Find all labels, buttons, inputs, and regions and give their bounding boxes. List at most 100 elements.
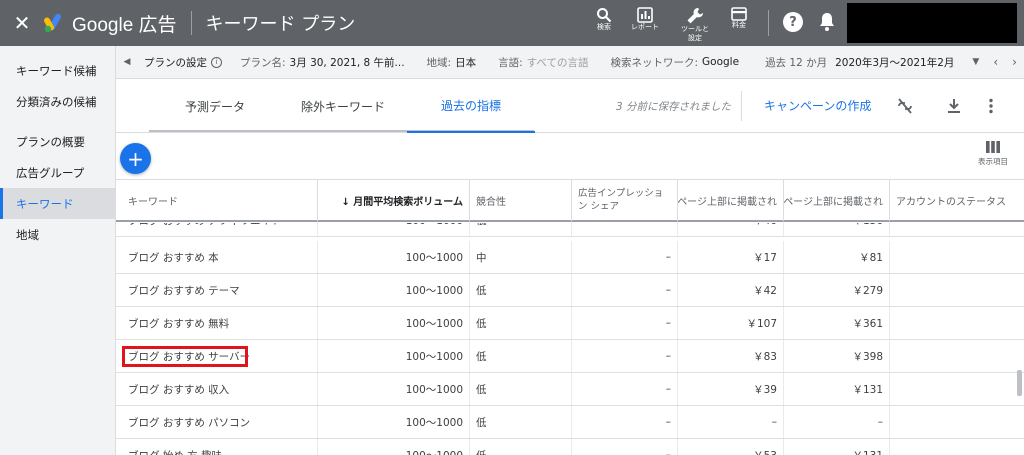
create-campaign-button[interactable]: キャンペーンの作成 <box>764 97 871 114</box>
sidebar-item-ad-groups[interactable]: 広告グループ <box>0 157 115 188</box>
bid-low-cell: ￥42 <box>678 274 784 306</box>
vertical-scrollbar[interactable] <box>1017 370 1022 396</box>
keyword-cell[interactable]: ブログ おすすめ テーマ <box>116 274 318 306</box>
volume-cell: 100～1000 <box>318 307 470 339</box>
period-dropdown-icon[interactable]: ▼ <box>972 57 979 67</box>
header-divider <box>190 11 192 35</box>
account-redacted[interactable] <box>847 3 1017 43</box>
header-keyword[interactable]: キーワード <box>116 180 318 221</box>
bid-high-cell: ￥279 <box>784 274 890 306</box>
header-impression-share[interactable]: 広告インプレッション シェア <box>572 180 678 221</box>
share-cell: – <box>572 373 678 405</box>
network-value[interactable]: Google <box>702 56 739 68</box>
share-cell: – <box>572 223 678 236</box>
chevron-right-icon[interactable]: › <box>1012 55 1017 69</box>
header-monthly-volume[interactable]: ↓ 月間平均検索ボリューム <box>318 180 470 221</box>
period-value[interactable]: 2020年3月～2021年2月 <box>835 55 954 70</box>
table-row[interactable]: ブログ おすすめ パソコン 100～1000 低 – – – <box>116 406 1024 439</box>
bid-high-cell: ￥131 <box>784 439 890 455</box>
tab-forecast[interactable]: 予測データ <box>151 79 279 133</box>
close-icon[interactable]: ✕ <box>0 0 44 46</box>
billing-tool[interactable]: 料金 <box>723 0 755 30</box>
download-icon[interactable] <box>947 98 961 114</box>
info-icon[interactable]: i <box>211 56 222 68</box>
bid-low-cell: ￥39 <box>678 373 784 405</box>
competition-cell: 低 <box>470 223 572 236</box>
sidebar-item-locations[interactable]: 地域 <box>0 219 115 250</box>
volume-cell: 100～1000 <box>318 223 470 236</box>
plan-settings-bar: ◀ プランの設定 i プラン名: 3月 30, 2021, 8 午前... 地域… <box>116 46 1024 79</box>
add-keyword-button[interactable]: + <box>120 143 151 174</box>
collapse-left-icon[interactable]: ◀ <box>116 57 138 67</box>
table-row[interactable]: ブログ 始め 方 趣味 100～1000 低 – ￥53 ￥131 <box>116 439 1024 455</box>
tab-historical-metrics[interactable]: 過去の指標 <box>407 79 535 133</box>
columns-button[interactable]: 表示項目 <box>978 141 1008 167</box>
header-account-status[interactable]: アカウントのステータス <box>890 180 1024 221</box>
language-value[interactable]: すべての言語 <box>527 55 589 70</box>
volume-cell: 100～1000 <box>318 241 470 273</box>
report-tool[interactable]: レポート <box>623 0 667 32</box>
help-icon[interactable]: ? <box>783 12 803 32</box>
sidebar-item-keyword-ideas[interactable]: キーワード候補 <box>0 55 115 86</box>
competition-cell: 低 <box>470 307 572 339</box>
billing-tool-label: 料金 <box>732 21 746 29</box>
volume-cell: 100～1000 <box>318 406 470 438</box>
tab-negative-keywords[interactable]: 除外キーワード <box>279 79 407 133</box>
header-top-bid-high[interactable]: ページ上部に掲載され <box>784 180 890 221</box>
keyword-cell[interactable]: ブログ おすすめ 本 <box>116 241 318 273</box>
sidebar-item-plan-overview[interactable]: プランの概要 <box>0 126 115 157</box>
keyword-cell[interactable]: ブログ おすすめ 無料 <box>116 307 318 339</box>
keyword-cell[interactable]: ブログ おすすめ アフィリエイト <box>116 223 318 236</box>
plan-name-value[interactable]: 3月 30, 2021, 8 午前... <box>290 55 405 70</box>
region-label: 地域: <box>426 56 452 69</box>
bid-low-cell: ￥17 <box>678 241 784 273</box>
header-tools: 検索 レポート ツールと 設定 料金 <box>585 0 755 46</box>
google-ads-logo-icon <box>44 13 61 33</box>
sidebar-item-grouped-ideas[interactable]: 分類済みの候補 <box>0 86 115 117</box>
table-row[interactable]: ブログ おすすめ サーバー 100～1000 低 – ￥83 ￥398 <box>116 340 1024 373</box>
tools-settings[interactable]: ツールと 設定 <box>667 0 723 43</box>
keyword-cell[interactable]: ブログ 始め 方 趣味 <box>116 439 318 455</box>
status-cell <box>890 439 1024 455</box>
link-off-icon[interactable] <box>896 98 914 114</box>
language-label: 言語: <box>498 56 523 69</box>
table-row[interactable]: ブログ おすすめ 無料 100～1000 低 – ￥107 ￥361 <box>116 307 1024 340</box>
table-row[interactable]: ブログ おすすめ 本 100～1000 中 – ￥17 ￥81 <box>116 241 1024 274</box>
plan-settings-label[interactable]: プランの設定 <box>144 55 207 70</box>
competition-cell: 中 <box>470 241 572 273</box>
header-competition[interactable]: 競合性 <box>470 180 572 221</box>
table-row[interactable]: ブログ おすすめ テーマ 100～1000 低 – ￥42 ￥279 <box>116 274 1024 307</box>
keyword-cell[interactable]: ブログ おすすめ 収入 <box>116 373 318 405</box>
sidebar-item-keywords[interactable]: キーワード <box>0 188 115 219</box>
bid-high-cell: ￥81 <box>784 241 890 273</box>
bid-high-cell: ￥131 <box>784 373 890 405</box>
columns-icon <box>986 141 1000 153</box>
keyword-cell[interactable]: ブログ おすすめ パソコン <box>116 406 318 438</box>
search-tool[interactable]: 検索 <box>585 0 623 32</box>
plan-name-label: プラン名: <box>240 56 286 69</box>
region-value[interactable]: 日本 <box>455 55 476 70</box>
share-cell: – <box>572 439 678 455</box>
chevron-left-icon[interactable]: ‹ <box>993 55 998 69</box>
google-ads-logo: Google 広告 <box>44 10 177 37</box>
period-label: 過去 12 か月 <box>765 56 828 69</box>
report-tool-label: レポート <box>631 23 659 31</box>
bid-high-cell: – <box>784 406 890 438</box>
status-cell <box>890 406 1024 438</box>
volume-cell: 100～1000 <box>318 439 470 455</box>
bell-icon[interactable] <box>818 12 836 32</box>
bid-low-cell: ￥46 <box>678 223 784 236</box>
share-cell: – <box>572 307 678 339</box>
competition-cell: 低 <box>470 373 572 405</box>
top-header: ✕ Google 広告 キーワード プラン 検索 レポート ツールと 設定 料金… <box>0 0 1024 46</box>
tools-settings-label: ツールと 設定 <box>681 25 709 42</box>
more-vert-icon[interactable] <box>988 98 994 114</box>
header-top-bid-low[interactable]: ページ上部に掲載され <box>678 180 784 221</box>
table-row[interactable]: ブログ おすすめ 収入 100～1000 低 – ￥39 ￥131 <box>116 373 1024 406</box>
table-row[interactable]: ブログ おすすめ アフィリエイト 100～1000 低 – ￥46 ￥136 <box>116 223 1024 237</box>
competition-cell: 低 <box>470 274 572 306</box>
share-cell: – <box>572 340 678 372</box>
columns-label: 表示項目 <box>978 157 1008 166</box>
logo-text: Google 広告 <box>72 14 177 36</box>
bid-low-cell: – <box>678 406 784 438</box>
